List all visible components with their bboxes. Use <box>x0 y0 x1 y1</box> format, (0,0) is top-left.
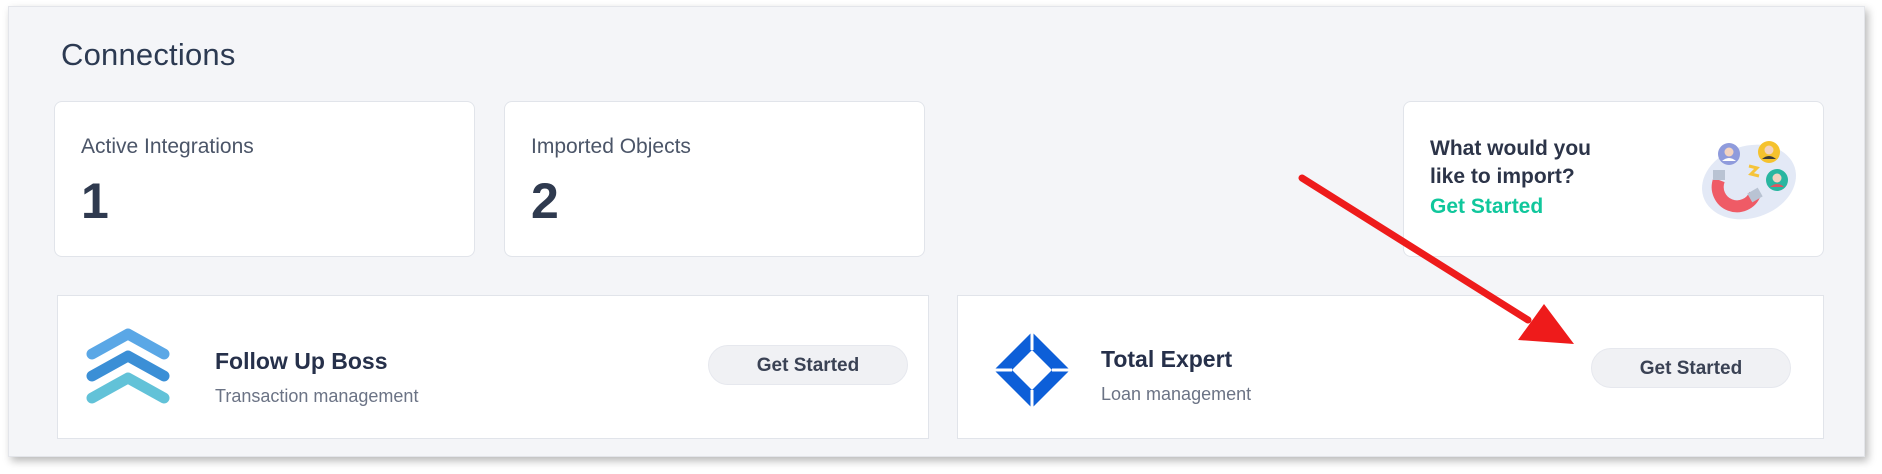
integration-name: Follow Up Boss <box>215 348 388 374</box>
integration-card-follow-up-boss: Follow Up Boss Transaction management Ge… <box>57 295 929 439</box>
magnet-people-icon <box>1702 141 1796 220</box>
diamond-logo-icon <box>994 332 1070 408</box>
page-title: Connections <box>61 37 236 72</box>
total-expert-get-started-button[interactable]: Get Started <box>1591 348 1791 388</box>
active-integrations-value: 1 <box>81 173 109 229</box>
chevrons-up-icon <box>86 328 170 404</box>
integration-name: Total Expert <box>1101 346 1233 372</box>
follow-up-boss-get-started-button[interactable]: Get Started <box>708 345 908 385</box>
active-integrations-card: Active Integrations 1 <box>54 101 475 257</box>
integration-card-total-expert: Total Expert Loan management Get Started <box>957 295 1824 439</box>
import-prompt-title: What would you like to import? <box>1430 137 1591 188</box>
import-get-started-link[interactable]: Get Started <box>1430 195 1543 219</box>
import-prompt-card: What would you like to import? Get Start… <box>1403 101 1824 257</box>
connections-panel: Connections Active Integrations 1 Import… <box>8 6 1865 457</box>
imported-objects-card: Imported Objects 2 <box>504 101 925 257</box>
integration-subtitle: Loan management <box>1101 384 1252 404</box>
imported-objects-value: 2 <box>531 173 559 229</box>
active-integrations-label: Active Integrations <box>81 135 254 158</box>
integration-subtitle: Transaction management <box>215 386 419 406</box>
imported-objects-label: Imported Objects <box>531 135 691 158</box>
